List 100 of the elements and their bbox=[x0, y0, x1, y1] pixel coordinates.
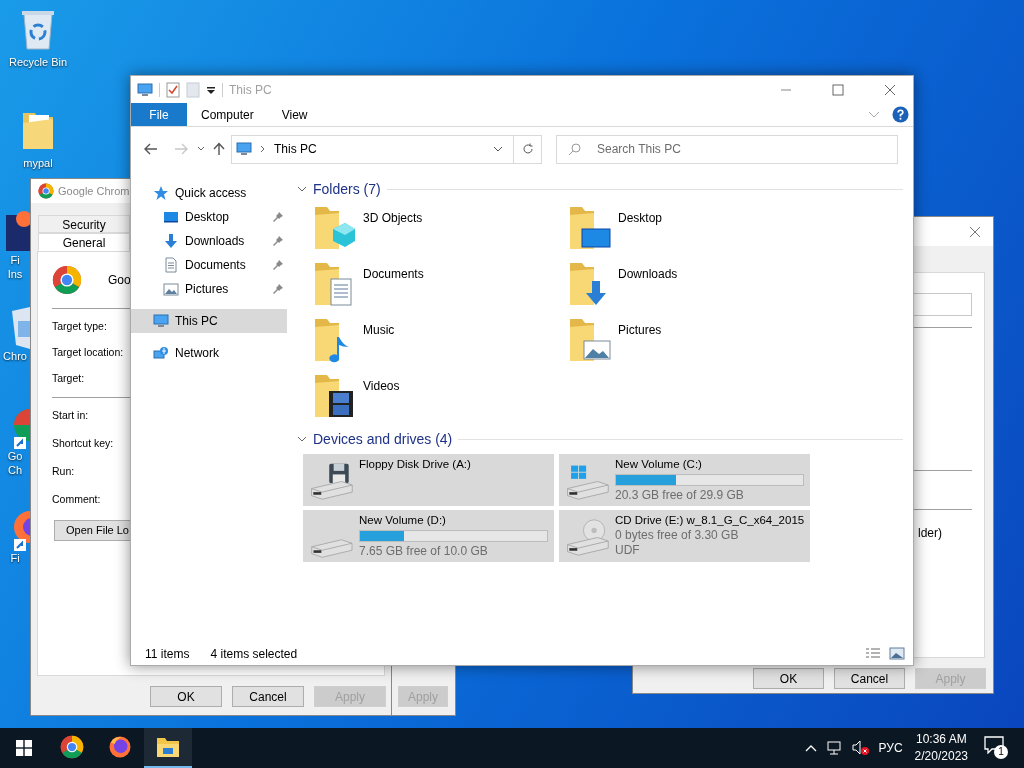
recent-locations-icon[interactable] bbox=[197, 146, 205, 152]
address-text: This PC bbox=[274, 141, 318, 158]
sidebar-item[interactable]: Pictures bbox=[131, 277, 287, 301]
breadcrumb-chevron-icon bbox=[260, 145, 266, 153]
address-bar[interactable]: This PC bbox=[231, 134, 542, 164]
folder-item[interactable]: Downloads bbox=[568, 259, 823, 315]
dialog-button[interactable]: OK bbox=[753, 668, 824, 689]
windows-logo-icon bbox=[16, 740, 32, 756]
field-label: Target: bbox=[52, 371, 85, 385]
dialog-tab[interactable]: General bbox=[38, 233, 130, 251]
open-file-location-button[interactable]: Open File Lo bbox=[54, 520, 132, 541]
search-icon bbox=[568, 142, 581, 156]
pin-icon[interactable] bbox=[273, 284, 283, 294]
dialog-title: Google Chrom bbox=[58, 183, 130, 199]
close-icon bbox=[884, 83, 896, 96]
help-icon[interactable] bbox=[892, 106, 909, 123]
cd-drive-icon bbox=[564, 518, 610, 557]
recycle-bin-icon bbox=[20, 8, 56, 50]
field-label: Start in: bbox=[52, 408, 89, 422]
floppy-drive-icon bbox=[308, 462, 354, 501]
dialog-tab[interactable]: Security bbox=[38, 215, 130, 233]
hard-drive-icon bbox=[308, 538, 354, 559]
field-value: lder) bbox=[918, 525, 942, 542]
drive-tile[interactable]: Floppy Disk Drive (A:) bbox=[303, 454, 554, 506]
file-system: UDF bbox=[615, 543, 640, 558]
group-heading[interactable]: Devices and drives (4) bbox=[313, 428, 453, 450]
ribbon-tab[interactable]: Computer bbox=[187, 103, 268, 126]
package-icon bbox=[12, 307, 30, 349]
chrome-logo-icon bbox=[60, 735, 84, 759]
sidebar-item[interactable]: Network bbox=[131, 341, 287, 365]
down-arrow-icon bbox=[163, 233, 179, 249]
pin-icon[interactable] bbox=[273, 260, 283, 270]
muted-speaker-icon[interactable] bbox=[851, 740, 870, 756]
properties-icon[interactable] bbox=[166, 81, 180, 98]
ribbon-tab[interactable]: View bbox=[267, 103, 322, 126]
drive-name: New Volume (C:) bbox=[615, 457, 702, 472]
star-icon bbox=[153, 185, 169, 201]
drive-name: New Volume (D:) bbox=[359, 513, 446, 528]
desktop-icon bbox=[163, 209, 179, 225]
input-language[interactable]: РУС bbox=[878, 739, 903, 757]
item-count: 11 items bbox=[145, 646, 190, 663]
sidebar-item[interactable]: Quick access bbox=[131, 181, 287, 205]
show-hidden-icons-icon[interactable] bbox=[804, 744, 817, 752]
back-arrow-icon bbox=[144, 143, 158, 155]
network-icon[interactable] bbox=[826, 740, 843, 756]
dialog-button[interactable]: Cancel bbox=[232, 686, 304, 707]
notifications-icon[interactable] bbox=[984, 736, 1004, 754]
drive-tile[interactable]: New Volume (D:) 7.65 GB free of 10.0 GB bbox=[303, 510, 554, 562]
taskbar-app-button[interactable] bbox=[144, 728, 192, 768]
dialog-button[interactable]: Cancel bbox=[834, 668, 905, 689]
field-label: Target location: bbox=[52, 345, 124, 359]
document-icon bbox=[163, 257, 179, 273]
up-arrow-icon[interactable] bbox=[213, 142, 225, 156]
free-space: 20.3 GB free of 29.9 GB bbox=[615, 488, 744, 503]
computer-icon bbox=[153, 313, 169, 329]
desktop-icon-label[interactable]: Fi bbox=[10, 551, 20, 565]
pin-icon[interactable] bbox=[273, 236, 283, 246]
folder-icon bbox=[156, 736, 180, 758]
sidebar-item[interactable]: Downloads bbox=[131, 229, 287, 253]
desktop-icon-label[interactable]: Go bbox=[7, 449, 23, 463]
firefox-logo-icon bbox=[108, 735, 132, 759]
ribbon-tab[interactable]: File bbox=[131, 103, 187, 126]
collapse-chevron-icon[interactable] bbox=[297, 434, 307, 444]
desktop-icon-label[interactable]: Ch bbox=[7, 463, 23, 477]
chrome-logo-icon bbox=[52, 265, 82, 295]
computer-icon bbox=[137, 81, 153, 98]
picture-icon bbox=[163, 281, 179, 297]
free-space: 7.65 GB free of 10.0 GB bbox=[359, 544, 488, 559]
folder-item[interactable]: Pictures bbox=[568, 315, 823, 371]
folder-item[interactable]: Documents bbox=[313, 259, 568, 315]
drive-name: CD Drive (E:) w_8.1_G_C_x64_2015 bbox=[615, 513, 805, 528]
desktop-icon-label[interactable]: Chro bbox=[3, 349, 27, 363]
field-label: Run: bbox=[52, 464, 75, 478]
drive-tile[interactable]: CD Drive (E:) w_8.1_G_C_x64_2015 0 bytes free of 3.30 GB UDF bbox=[559, 510, 810, 562]
window-title: This PC bbox=[229, 81, 272, 99]
network-icon bbox=[153, 345, 169, 361]
folder-item[interactable]: Music bbox=[313, 315, 568, 371]
dropdown-caret-icon[interactable] bbox=[206, 84, 216, 95]
folder-item[interactable]: Desktop bbox=[568, 203, 823, 259]
drive-tile[interactable]: New Volume (C:) 20.3 GB free of 29.9 GB bbox=[559, 454, 810, 506]
search-field[interactable]: Search This PC bbox=[556, 134, 898, 164]
group-heading[interactable]: Folders (7) bbox=[313, 178, 381, 200]
computer-icon bbox=[236, 141, 252, 157]
sidebar-item[interactable]: Desktop bbox=[131, 205, 287, 229]
drive-name: Floppy Disk Drive (A:) bbox=[359, 457, 471, 472]
folder-item[interactable]: 3D Objects bbox=[313, 203, 568, 259]
address-dropdown-icon[interactable] bbox=[493, 146, 503, 152]
forward-arrow-icon bbox=[174, 143, 188, 155]
sidebar-item[interactable]: Documents bbox=[131, 253, 287, 277]
shortcut-name: Goo bbox=[108, 272, 131, 289]
folder-item[interactable]: Videos bbox=[313, 371, 568, 427]
refresh-icon bbox=[521, 143, 534, 155]
close-icon bbox=[969, 225, 981, 238]
sidebar-item[interactable]: This PC bbox=[131, 309, 287, 333]
dialog-button[interactable]: OK bbox=[150, 686, 222, 707]
pin-icon[interactable] bbox=[273, 212, 283, 222]
collapse-chevron-icon[interactable] bbox=[297, 184, 307, 194]
clock[interactable]: 10:36 AM 2/20/2023 bbox=[914, 731, 968, 765]
field-label: Comment: bbox=[52, 492, 101, 506]
large-icons-view-icon[interactable] bbox=[889, 647, 905, 661]
